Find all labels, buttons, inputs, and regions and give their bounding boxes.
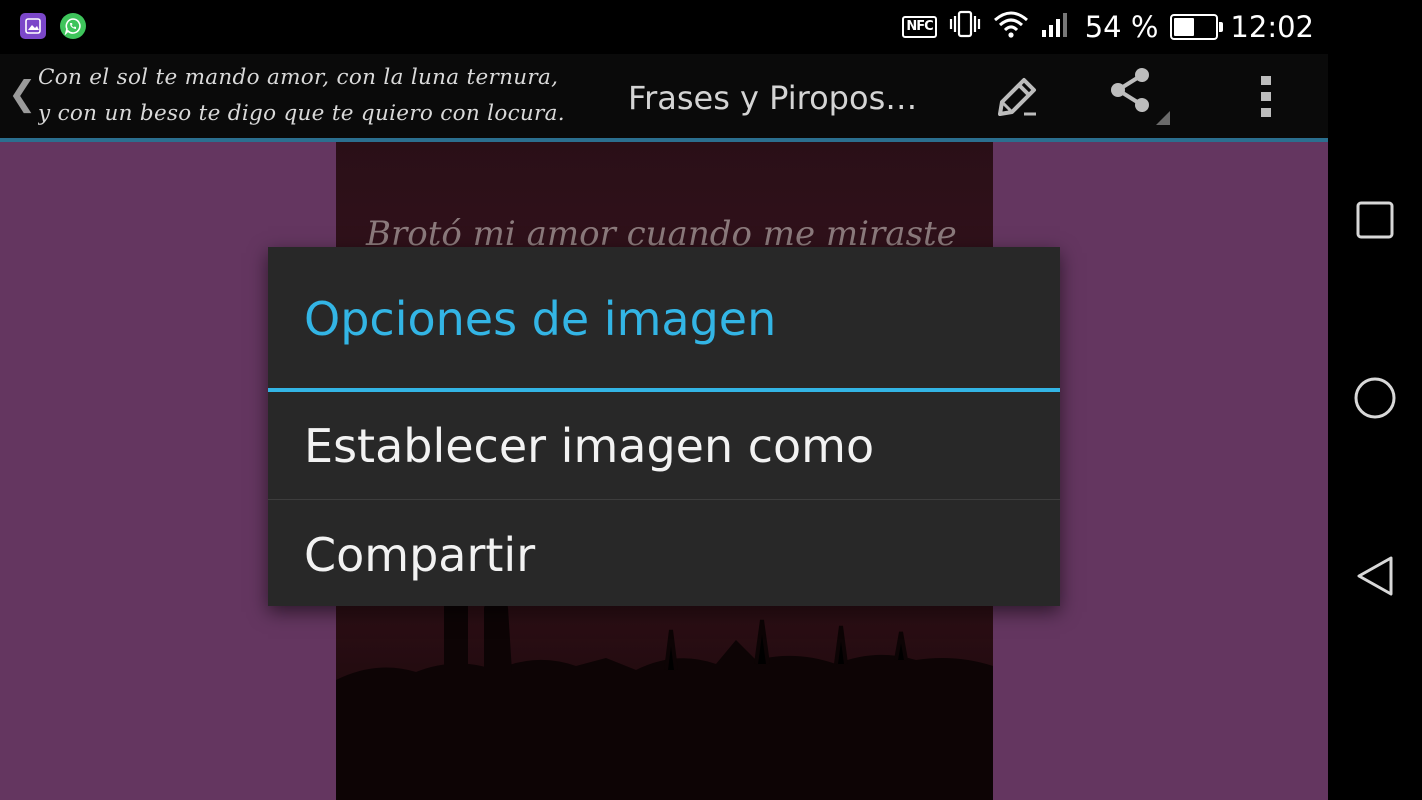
set-image-as-option[interactable]: Establecer imagen como <box>268 392 1060 500</box>
battery-icon <box>1170 14 1224 40</box>
nfc-icon: NFC <box>902 16 937 38</box>
back-icon <box>1355 554 1395 602</box>
status-bar: NFC 54 % 12:02 <box>0 0 1328 54</box>
share-button[interactable] <box>1108 68 1170 126</box>
up-chevron-icon[interactable]: ❮ <box>8 74 37 114</box>
edit-button[interactable] <box>986 70 1046 126</box>
quote-line-1: Con el sol te mando amor, con la luna te… <box>38 65 559 90</box>
gallery-icon <box>20 13 46 39</box>
battery-level-fill <box>1174 18 1195 36</box>
recent-apps-icon <box>1355 200 1395 244</box>
overflow-menu-button[interactable] <box>1236 70 1296 126</box>
overflow-menu-icon <box>1258 72 1274 124</box>
back-button[interactable] <box>1351 554 1399 602</box>
quote-banner[interactable]: Con el sol te mando amor, con la luna te… <box>38 60 616 132</box>
set-image-as-label: Establecer imagen como <box>304 419 875 473</box>
battery-tip <box>1219 22 1224 32</box>
wifi-icon <box>993 10 1029 45</box>
signal-icon <box>1041 10 1073 45</box>
system-indicators: NFC 54 % 12:02 <box>902 8 1314 46</box>
notification-icons <box>20 13 86 39</box>
image-options-dialog: Opciones de imagen Establecer imagen com… <box>268 247 1060 606</box>
home-button[interactable] <box>1351 376 1399 424</box>
recent-apps-button[interactable] <box>1351 198 1399 246</box>
battery-percent: 54 % <box>1084 10 1159 44</box>
dialog-title: Opciones de imagen <box>304 292 777 346</box>
clock: 12:02 <box>1230 10 1314 44</box>
whatsapp-icon <box>60 13 86 39</box>
app-title: Frases y Piropos… <box>628 79 918 117</box>
edit-icon <box>990 70 1042 126</box>
quote-line-2: y con un beso te digo que te quiero con … <box>38 101 565 126</box>
vibrate-icon <box>949 10 981 45</box>
share-option[interactable]: Compartir <box>268 500 1060 606</box>
action-bar: ❮ Con el sol te mando amor, con la luna … <box>0 54 1328 138</box>
navigation-bar <box>1328 0 1422 800</box>
share-label: Compartir <box>304 528 536 582</box>
share-icon <box>1102 65 1174 131</box>
home-icon <box>1353 376 1397 424</box>
